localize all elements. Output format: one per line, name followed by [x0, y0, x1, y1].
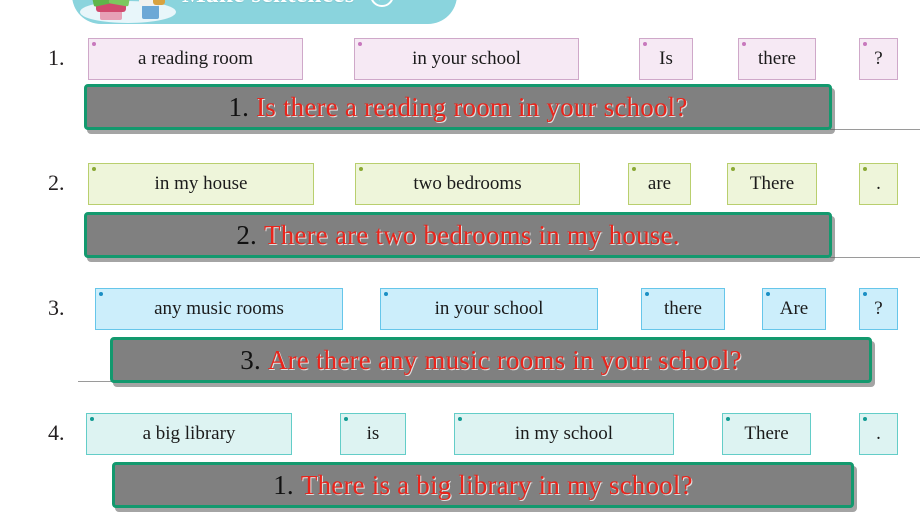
answer-index: 1.	[273, 469, 294, 500]
tile-dot-icon	[726, 417, 730, 421]
tile-dot-icon	[359, 167, 363, 171]
tile-dot-icon	[766, 292, 770, 296]
answer-bar: 2. There are two bedrooms in my house.	[84, 212, 832, 258]
word-tile-label: Is	[659, 48, 673, 69]
word-tile-label: in my house	[154, 173, 248, 194]
word-tile-label: a big library	[142, 423, 236, 444]
word-tile-label: ?	[874, 298, 883, 319]
word-tile[interactable]: in your school	[354, 38, 579, 80]
word-tile-label: ?	[874, 48, 883, 69]
word-tile[interactable]: a reading room	[88, 38, 303, 80]
answer-text: 1. There is a big library in my school?	[273, 470, 693, 501]
word-tile[interactable]: in my school	[454, 413, 674, 455]
word-tile-label: there	[758, 48, 796, 69]
word-tile-label: There	[749, 173, 795, 194]
kid-standing-icon	[134, 0, 170, 21]
word-tile[interactable]: two bedrooms	[355, 163, 580, 205]
tile-dot-icon	[344, 417, 348, 421]
word-tile[interactable]: .	[859, 413, 898, 455]
word-tile[interactable]: Are	[762, 288, 826, 330]
answer-sentence: There are two bedrooms in my house.	[264, 219, 680, 250]
word-tile-label: there	[664, 298, 702, 319]
kids-illustration	[78, 0, 178, 23]
word-tile[interactable]: are	[628, 163, 691, 205]
word-tile[interactable]: in your school	[380, 288, 598, 330]
tile-dot-icon	[632, 167, 636, 171]
answer-rule	[830, 257, 920, 258]
word-tile-label: any music rooms	[154, 298, 284, 319]
tile-dot-icon	[99, 292, 103, 296]
answer-bar: 1. There is a big library in my school?	[112, 462, 854, 508]
answer-bar: 1. Is there a reading room in your school…	[84, 84, 832, 130]
word-tile-label: in your school	[412, 48, 521, 69]
word-tile[interactable]: any music rooms	[95, 288, 343, 330]
row-number-4: 4.	[48, 420, 65, 445]
tile-dot-icon	[92, 167, 96, 171]
word-tile-label: There	[744, 423, 789, 444]
tile-dot-icon	[90, 417, 94, 421]
word-tile[interactable]: There	[727, 163, 817, 205]
word-tile-label: Are	[779, 298, 809, 319]
answer-index: 3.	[240, 344, 261, 375]
word-tile-label: is	[366, 423, 380, 444]
answer-text: 2. There are two bedrooms in my house.	[236, 220, 679, 251]
answer-index: 2.	[236, 219, 257, 250]
answer-sentence: There is a big library in my school?	[300, 469, 693, 500]
answer-sentence: Is there a reading room in your school?	[256, 91, 688, 122]
word-tile-label: .	[876, 173, 881, 194]
tile-dot-icon	[645, 292, 649, 296]
tile-dot-icon	[863, 42, 867, 46]
answer-rule	[830, 129, 920, 130]
word-tile-label: in my school	[514, 423, 614, 444]
answer-bar: 3. Are there any music rooms in your scho…	[110, 337, 872, 383]
make-sentences-banner: Make sentences	[72, 0, 457, 24]
tile-dot-icon	[92, 42, 96, 46]
answer-text: 1. Is there a reading room in your school…	[228, 92, 687, 123]
tile-dot-icon	[384, 292, 388, 296]
word-tile-label: in your school	[434, 298, 544, 319]
tile-dot-icon	[458, 417, 462, 421]
word-tile-label: two bedrooms	[413, 173, 522, 194]
play-arrow-icon[interactable]	[369, 0, 395, 8]
word-tile[interactable]: .	[859, 163, 898, 205]
word-tile[interactable]: Is	[639, 38, 693, 80]
word-tile-label: a reading room	[137, 48, 253, 69]
answer-text: 3. Are there any music rooms in your scho…	[240, 345, 742, 376]
word-tile-label: are	[647, 173, 672, 194]
row-number-2: 2.	[48, 170, 65, 195]
word-tile[interactable]: there	[641, 288, 725, 330]
tile-dot-icon	[863, 292, 867, 296]
row-number-1: 1.	[48, 45, 65, 70]
page-title: Make sentences	[182, 0, 355, 9]
tile-dot-icon	[731, 167, 735, 171]
word-tile[interactable]: ?	[859, 288, 898, 330]
tile-dot-icon	[863, 167, 867, 171]
answer-index: 1.	[228, 91, 250, 122]
kid-reading-icon	[90, 0, 134, 21]
answer-sentence: Are there any music rooms in your school…	[267, 344, 742, 375]
word-tile[interactable]: is	[340, 413, 406, 455]
tile-dot-icon	[863, 417, 867, 421]
word-tile-label: .	[876, 423, 881, 444]
tile-dot-icon	[358, 42, 362, 46]
word-tile[interactable]: a big library	[86, 413, 292, 455]
word-tile[interactable]: There	[722, 413, 811, 455]
word-tile[interactable]: ?	[859, 38, 898, 80]
tile-dot-icon	[742, 42, 746, 46]
word-tile[interactable]: in my house	[88, 163, 314, 205]
row-number-3: 3.	[48, 295, 65, 320]
tile-dot-icon	[643, 42, 647, 46]
word-tile[interactable]: there	[738, 38, 816, 80]
